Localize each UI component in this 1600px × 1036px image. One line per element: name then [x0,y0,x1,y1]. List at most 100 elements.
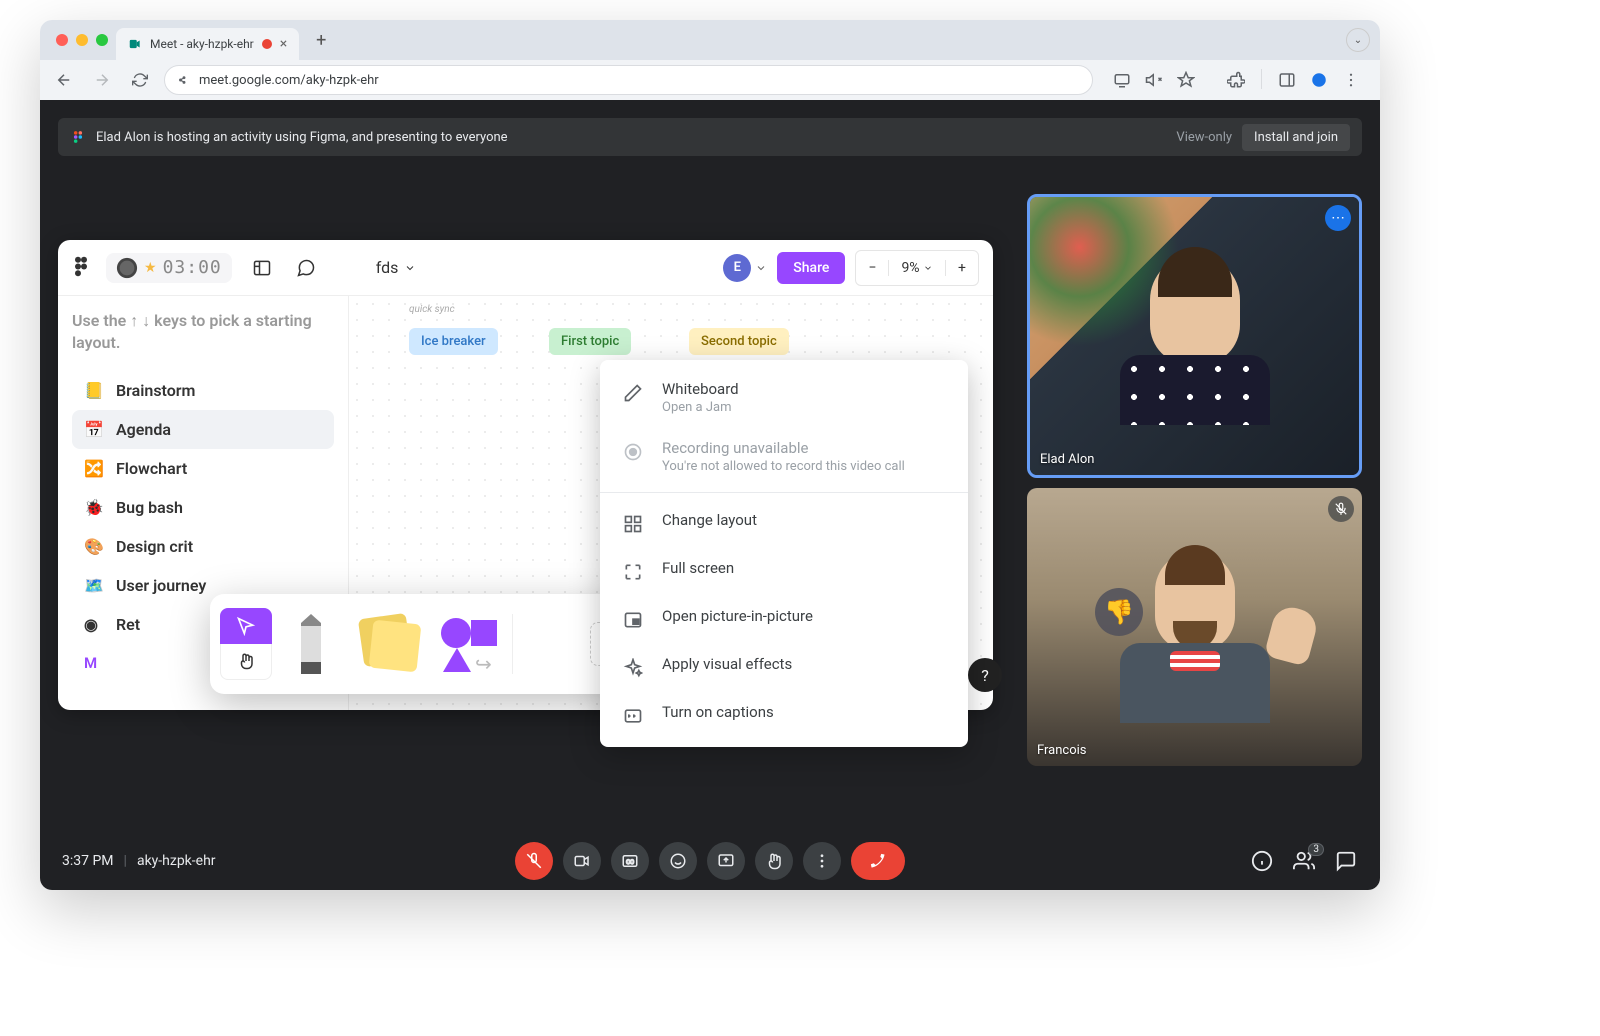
muted-icon [1328,496,1354,522]
hand-icon [237,652,255,670]
sticky-tool[interactable] [350,605,428,683]
activity-banner: Elad Alon is hosting an activity using F… [58,118,1362,156]
browser-addressbar: meet.google.com/aky-hzpk-ehr [40,60,1380,100]
more-options-button[interactable] [803,842,841,880]
captions-button[interactable]: CC [611,842,649,880]
template-bugbash[interactable]: 🐞Bug bash [72,488,334,527]
figma-doc-title[interactable]: fds [376,258,417,277]
participant-name: Francois [1037,743,1087,758]
star-icon: ★ [144,260,157,276]
menu-pip[interactable]: Open picture-in-picture [600,595,968,643]
zoom-in-button[interactable]: + [945,260,978,276]
template-agenda[interactable]: 📅Agenda [72,410,334,449]
hand-gesture [1264,603,1320,667]
topic-first[interactable]: First topic [549,328,631,355]
design-icon: 🎨 [84,537,104,556]
extensions-icon[interactable] [1225,69,1247,91]
pencil-tool[interactable] [272,605,350,683]
reload-button[interactable] [126,66,154,94]
install-join-button[interactable]: Install and join [1242,124,1350,151]
browser-tabstrip: Meet - aky-hzpk-ehr × + ⌄ [40,20,1380,60]
reactions-button[interactable] [659,842,697,880]
people-button[interactable]: 3 [1292,849,1316,873]
reaction-thumbsdown-icon: 👎 [1095,588,1143,636]
select-tool[interactable] [220,608,272,680]
url-field[interactable]: meet.google.com/aky-hzpk-ehr [164,65,1093,95]
profile-icon[interactable] [1308,69,1330,91]
chevron-down-icon [404,262,416,274]
pip-icon [622,609,644,631]
sidebar-hint: Use the ↑ ↓ keys to pick a starting layo… [72,310,334,355]
menu-fullscreen[interactable]: Full screen [600,547,968,595]
meet-bottombar: 3:37 PM | aky-hzpk-ehr CC 3 [40,832,1380,890]
meet-main: Elad Alon is hosting an activity using F… [40,100,1380,890]
hangup-button[interactable] [851,842,905,880]
close-window-icon[interactable] [56,34,68,46]
participant-tile-francois[interactable]: 👎 Francois [1027,488,1362,766]
menu-captions[interactable]: Turn on captions [600,691,968,739]
template-brainstorm[interactable]: 📒Brainstorm [72,371,334,410]
video-feed: 👎 [1027,488,1362,766]
template-flowchart[interactable]: 🔀Flowchart [72,449,334,488]
brainstorm-icon: 📒 [84,381,104,400]
video-feed [1030,197,1359,475]
view-only-label: View-only [1176,130,1232,145]
sticky-icon [357,612,421,676]
banner-text: Elad Alon is hosting an activity using F… [96,130,508,145]
figma-toolbar: ★ 03:00 fds E Share − 9 [58,240,993,296]
pencil-icon [301,614,321,674]
sidepanel-icon[interactable] [1276,69,1298,91]
chat-button[interactable] [1334,849,1358,873]
zoom-out-button[interactable]: − [856,260,888,276]
menu-change-layout[interactable]: Change layout [600,499,968,547]
present-button[interactable] [707,842,745,880]
comment-icon[interactable] [292,254,320,282]
participant-tile-elad[interactable]: ⋯ Elad Alon [1027,194,1362,478]
minimize-window-icon[interactable] [76,34,88,46]
close-tab-icon[interactable]: × [280,36,287,52]
template-designcrit[interactable]: 🎨Design crit [72,527,334,566]
mute-tab-icon[interactable] [1143,69,1165,91]
back-button[interactable] [50,66,78,94]
maximize-window-icon[interactable] [96,34,108,46]
menu-visual-effects[interactable]: Apply visual effects [600,643,968,691]
pencil-icon [622,382,644,404]
menu-whiteboard[interactable]: WhiteboardOpen a Jam [600,368,968,427]
share-button[interactable]: Share [777,252,845,284]
meeting-code: aky-hzpk-ehr [137,853,216,869]
bug-icon: 🐞 [84,498,104,517]
site-info-icon[interactable] [177,73,191,87]
tab-overflow-icon[interactable]: ⌄ [1346,28,1370,52]
shapes-tool[interactable]: ↪ [428,605,506,683]
menu-recording: Recording unavailableYou're not allowed … [600,427,968,486]
topic-second[interactable]: Second topic [689,328,789,355]
avatar-dropdown[interactable]: E [723,254,767,282]
tile-options-icon[interactable]: ⋯ [1325,205,1351,231]
record-icon [622,441,644,463]
menu-icon[interactable] [1340,69,1362,91]
layout-panel-icon[interactable] [248,254,276,282]
topic-icebreaker[interactable]: Ice breaker [409,328,498,355]
new-tab-button[interactable]: + [307,26,335,54]
map-icon: 🗺️ [84,576,104,595]
meet-controls: CC [515,842,905,880]
raise-hand-button[interactable] [755,842,793,880]
flowchart-icon: 🔀 [84,459,104,478]
mic-toggle-button[interactable] [515,842,553,880]
figma-icon [70,129,86,145]
cast-icon[interactable] [1111,69,1133,91]
url-text: meet.google.com/aky-hzpk-ehr [199,73,379,88]
help-button[interactable]: ? [968,658,1002,692]
browser-tab[interactable]: Meet - aky-hzpk-ehr × [116,28,299,60]
meeting-details-button[interactable] [1250,849,1274,873]
participant-name: Elad Alon [1040,452,1094,467]
zoom-level[interactable]: 9% [888,260,945,276]
figma-logo-icon[interactable] [72,256,90,280]
user-avatar: E [723,254,751,282]
bookmark-icon[interactable] [1175,69,1197,91]
canvas-title: quick sync [409,304,455,315]
zoom-controls: − 9% + [855,250,979,286]
camera-toggle-button[interactable] [563,842,601,880]
figma-timer[interactable]: ★ 03:00 [106,253,232,283]
forward-button[interactable] [88,66,116,94]
